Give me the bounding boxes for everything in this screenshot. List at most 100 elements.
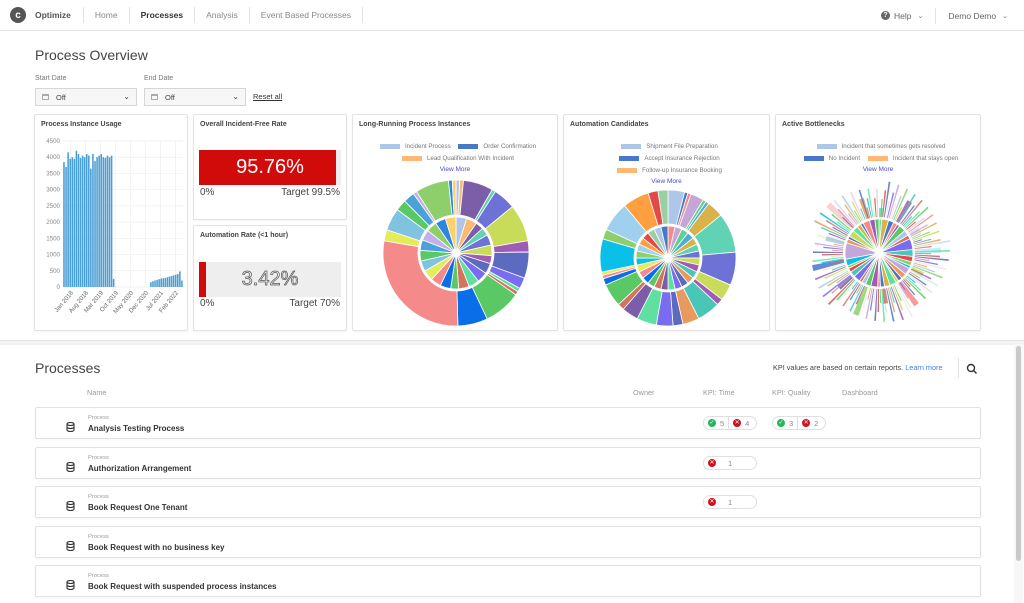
usage-bar[interactable] (164, 277, 167, 287)
process-instance-usage-card[interactable]: Process Instance Usage 0 500 1000 1500 2000 2… (34, 114, 188, 331)
usage-bar[interactable] (96, 157, 98, 287)
nav-home[interactable]: Home (84, 7, 130, 23)
column-header-dashboard[interactable]: Dashboard (842, 388, 878, 397)
usage-bar[interactable] (90, 168, 92, 287)
process-row[interactable]: Process Authorization Arrangement ✕ 1 (35, 447, 981, 479)
column-header-kpi-quality[interactable]: KPI: Quality (772, 388, 811, 397)
column-header-kpi-time[interactable]: KPI: Time (703, 388, 735, 397)
usage-bar[interactable] (112, 278, 115, 287)
usage-bar[interactable] (67, 152, 69, 287)
outer-slice[interactable] (879, 288, 882, 303)
brand-name[interactable]: Optimize (35, 7, 84, 23)
chart-legend: Incident Process Order Confirmation (353, 143, 557, 150)
kpi-quality-badge[interactable]: ✓ 3 ✕ 2 (772, 416, 826, 430)
camunda-logo-icon[interactable]: c (10, 7, 26, 23)
usage-bar[interactable] (71, 157, 74, 287)
column-header-name[interactable]: Name (87, 388, 106, 397)
usage-bar[interactable] (172, 275, 175, 287)
usage-bar[interactable] (162, 278, 165, 287)
usage-bar[interactable] (170, 275, 173, 287)
process-row[interactable]: Process Book Request One Tenant ✕ 1 (35, 486, 981, 518)
usage-bar[interactable] (106, 155, 109, 287)
usage-bar[interactable] (73, 158, 76, 287)
long-running-instances-card[interactable]: Long-Running Process Instances Incident … (352, 114, 558, 331)
usage-bar[interactable] (69, 158, 71, 287)
scrollbar-thumb[interactable] (1016, 346, 1021, 561)
process-row[interactable]: Process Book Request with no business key (35, 526, 981, 558)
usage-bar[interactable] (102, 157, 105, 287)
automation-candidates-card[interactable]: Automation Candidates Shipment File Prep… (563, 114, 770, 331)
outer-slice[interactable] (876, 189, 879, 218)
usage-bar[interactable] (179, 271, 181, 287)
usage-bar[interactable] (100, 153, 103, 287)
column-header-owner[interactable]: Owner (633, 388, 655, 397)
legend-swatch (401, 155, 422, 161)
incident-free-rate-card[interactable]: Overall Incident-Free Rate 95.76% 0% Tar… (193, 114, 347, 220)
usage-bar[interactable] (156, 279, 158, 287)
outer-slice[interactable] (832, 249, 844, 252)
usage-bar[interactable] (166, 277, 169, 287)
usage-bar[interactable] (65, 166, 67, 287)
usage-bar[interactable] (160, 278, 163, 287)
outer-slice[interactable] (858, 189, 869, 219)
nav-analysis[interactable]: Analysis (195, 7, 250, 23)
usage-bar[interactable] (79, 157, 82, 287)
outer-slice[interactable] (877, 288, 879, 312)
user-menu[interactable]: Demo Demo ⌄ (936, 11, 1008, 21)
outer-slice[interactable] (831, 255, 844, 258)
search-icon[interactable] (966, 363, 978, 375)
view-more-link[interactable]: View More (353, 166, 557, 173)
outer-slice[interactable] (914, 253, 931, 255)
usage-bar[interactable] (176, 274, 179, 287)
incident-free-gauge: 95.76% (199, 150, 341, 185)
kpi-ok-count: ✓ 3 (777, 418, 794, 428)
usage-bar[interactable] (85, 153, 88, 287)
usage-bar[interactable] (104, 157, 107, 287)
usage-bar[interactable] (98, 155, 100, 287)
nav-event-based-processes[interactable]: Event Based Processes (250, 7, 364, 23)
outer-slice[interactable] (822, 253, 844, 256)
usage-bar[interactable] (174, 274, 177, 287)
usage-bar[interactable] (83, 157, 86, 287)
usage-bar[interactable] (108, 157, 111, 287)
learn-more-link[interactable]: Learn more (905, 363, 942, 372)
usage-bar[interactable] (152, 281, 154, 287)
usage-bar[interactable] (110, 155, 113, 287)
usage-bar[interactable] (94, 161, 96, 287)
usage-bar[interactable] (92, 153, 94, 287)
active-bottlenecks-card[interactable]: Active Bottlenecks Incident that sometim… (775, 114, 981, 331)
outer-slice[interactable] (882, 190, 887, 218)
reset-all-link[interactable]: Reset all (253, 92, 282, 101)
process-row[interactable]: Process Analysis Testing Process ✓ 5 ✕ 4 ✓ 3 ✕ 2 (35, 407, 981, 439)
outer-slice[interactable] (813, 251, 844, 253)
section-divider (0, 340, 1024, 345)
usage-bar[interactable] (150, 282, 152, 287)
process-name: Analysis Testing Process (88, 424, 185, 433)
process-type: Process (88, 573, 109, 579)
kpi-time-badge[interactable]: ✕ 1 (703, 456, 757, 470)
usage-bar[interactable] (63, 162, 65, 287)
usage-bar[interactable] (158, 279, 160, 287)
nav-processes[interactable]: Processes (130, 7, 196, 23)
usage-bar[interactable] (88, 155, 90, 287)
usage-bar[interactable] (77, 153, 80, 287)
legend-swatch (379, 143, 400, 149)
usage-bar[interactable] (181, 280, 183, 287)
usage-bar[interactable] (154, 280, 156, 287)
automation-rate-card[interactable]: Automation Rate (<1 hour) 3.42% 0% Targe… (193, 225, 347, 331)
view-more-link[interactable]: View More (564, 178, 769, 185)
start-date-value: Off (56, 92, 66, 102)
kpi-time-badge[interactable]: ✕ 1 (703, 495, 757, 509)
help-menu[interactable]: ? Help ⌄ (881, 7, 937, 24)
view-more-link[interactable]: View More (776, 166, 980, 173)
start-date-select[interactable]: Off ⌄ (35, 88, 137, 106)
y-tick-label: 500 (50, 268, 61, 275)
usage-bar[interactable] (168, 276, 171, 287)
usage-bar[interactable] (75, 150, 78, 287)
end-date-select[interactable]: Off ⌄ (144, 88, 246, 106)
process-row[interactable]: Process Book Request with suspended proce… (35, 565, 981, 597)
chart-legend: No Incident Incident that stays open (776, 155, 980, 162)
y-tick-label: 3000 (46, 187, 60, 194)
kpi-time-badge[interactable]: ✓ 5 ✕ 4 (703, 416, 757, 430)
usage-bar[interactable] (81, 155, 84, 287)
